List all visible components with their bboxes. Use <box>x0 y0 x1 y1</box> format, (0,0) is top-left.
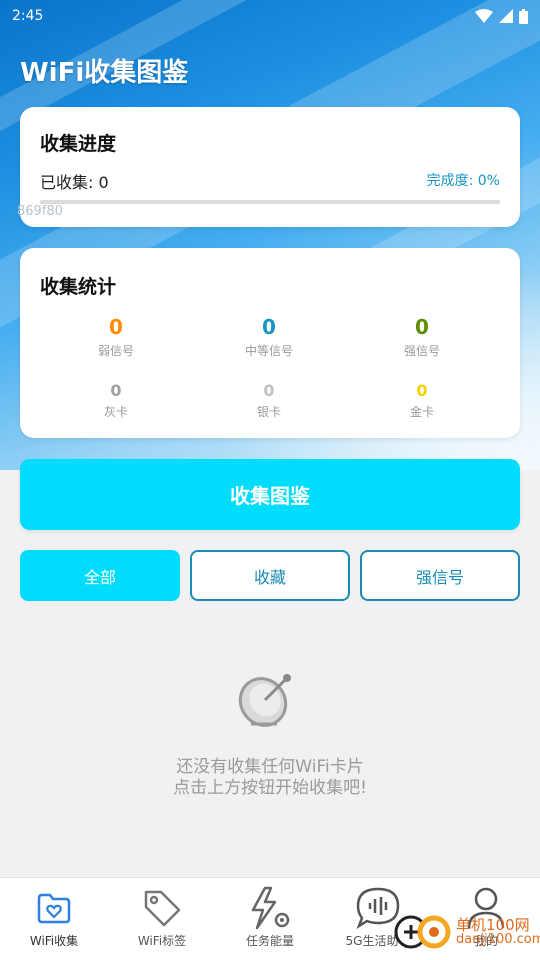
status-time: 2:45 <box>12 8 44 24</box>
stat-value: 0 <box>262 315 276 339</box>
stat-value: 0 <box>415 315 429 339</box>
site-watermark: 单机100网 danji100.com <box>394 912 540 952</box>
stat-label: 银卡 <box>256 405 281 419</box>
energy-gear-icon <box>251 886 290 930</box>
debug-text: 869f80 <box>17 204 63 219</box>
progress-card: 收集进度 已收集: 0 完成度: 0% <box>20 107 520 227</box>
app-title: WiFi收集图鉴 <box>20 58 189 88</box>
tab-label: WiFi标签 <box>137 934 187 948</box>
stat-label: 弱信号 <box>97 344 134 358</box>
stat-gold-card: 0 金卡 <box>362 381 482 420</box>
stat-label: 强信号 <box>403 344 440 358</box>
progress-card-title: 收集进度 <box>40 133 117 155</box>
stat-weak-signal: 0 弱信号 <box>56 315 176 359</box>
stat-value: 0 <box>416 381 428 400</box>
cell-signal-icon <box>499 9 513 23</box>
tab-task-energy[interactable]: 任务能量 <box>216 878 324 960</box>
battery-icon <box>519 8 528 24</box>
filter-strong-signal[interactable]: 强信号 <box>360 550 520 601</box>
stats-card: 收集统计 0 弱信号 0 中等信号 0 强信号 0 灰卡 0 银卡 0 金卡 <box>20 248 520 438</box>
status-bar: 2:45 <box>0 0 540 32</box>
tab-label: WiFi收集 <box>29 934 79 948</box>
stat-label: 金卡 <box>409 405 434 419</box>
stat-value: 0 <box>263 381 275 400</box>
watermark-logo-icon <box>394 915 451 949</box>
tag-icon <box>144 890 181 927</box>
empty-state-hint: 点击上方按钮开始收集吧! <box>173 778 367 798</box>
stats-card-title: 收集统计 <box>40 276 117 298</box>
completion-percentage: 完成度: 0% <box>426 173 500 189</box>
stat-value: 0 <box>109 315 123 339</box>
collect-button[interactable]: 收集图鉴 <box>20 459 520 530</box>
collected-count: 已收集: 0 <box>40 173 109 192</box>
tab-wifi-collect[interactable]: WiFi收集 <box>0 878 108 960</box>
satellite-dish-icon <box>238 674 291 727</box>
stat-label: 中等信号 <box>244 344 293 358</box>
heart-folder-icon <box>37 893 71 924</box>
stat-strong-signal: 0 强信号 <box>362 315 482 359</box>
filter-all[interactable]: 全部 <box>20 550 180 601</box>
stat-medium-signal: 0 中等信号 <box>209 315 329 359</box>
watermark-url: danji100.com <box>456 932 540 948</box>
progress-bar <box>40 200 500 204</box>
tab-label: 任务能量 <box>245 934 294 948</box>
stat-value: 0 <box>110 381 122 400</box>
stat-label: 灰卡 <box>103 405 128 419</box>
tab-wifi-tags[interactable]: WiFi标签 <box>108 878 216 960</box>
wifi-status-icon <box>475 9 493 23</box>
filter-favorites[interactable]: 收藏 <box>190 550 350 601</box>
watermark-title: 单机100网 <box>456 915 530 934</box>
stat-silver-card: 0 银卡 <box>209 381 329 420</box>
stat-gray-card: 0 灰卡 <box>56 381 176 420</box>
